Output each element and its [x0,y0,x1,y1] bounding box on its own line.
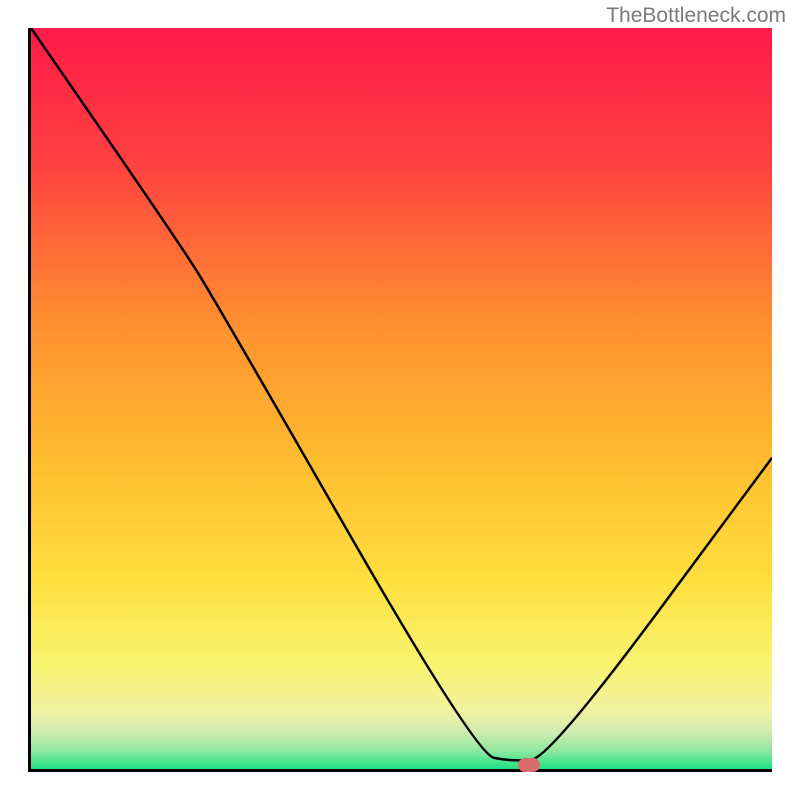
watermark-text: TheBottleneck.com [606,4,786,28]
chart-plot-area [28,28,772,772]
optimal-point-marker [518,758,540,772]
bottleneck-curve [31,28,772,769]
